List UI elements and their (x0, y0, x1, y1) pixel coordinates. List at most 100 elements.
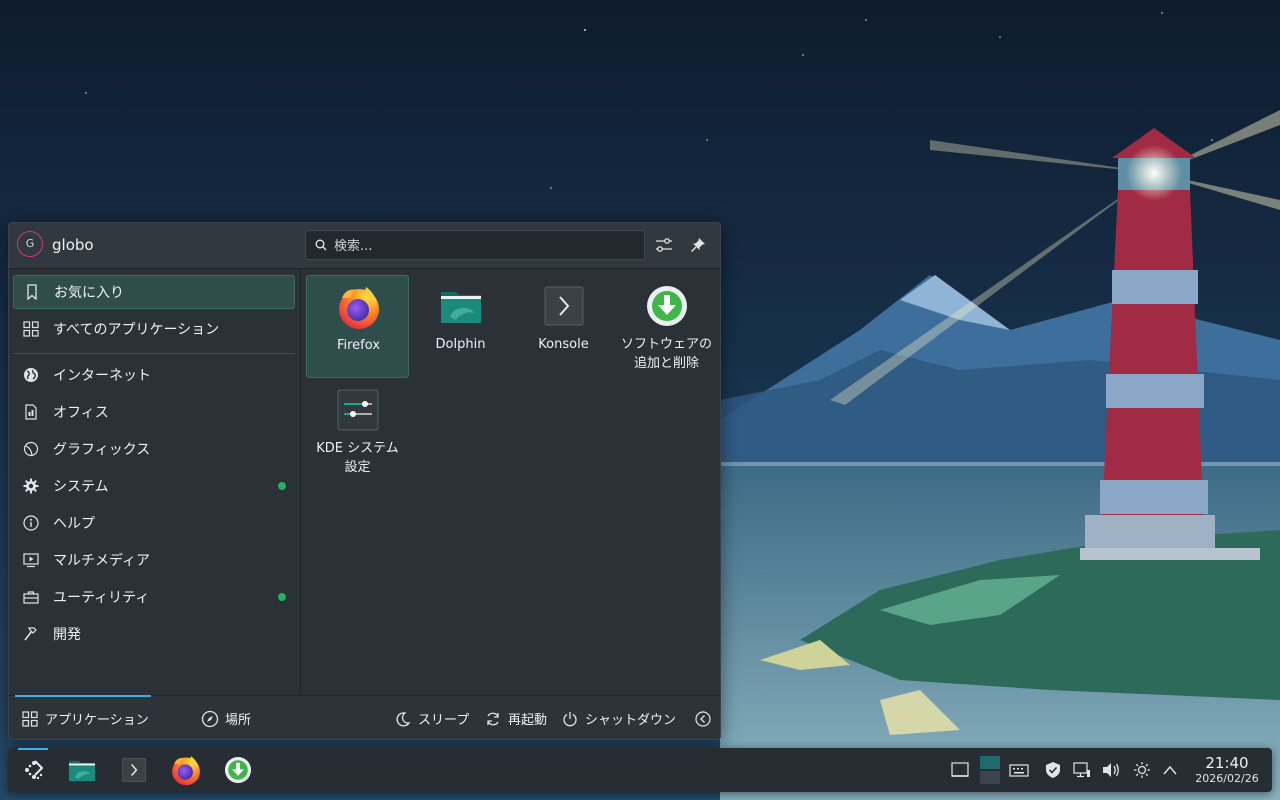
multimedia-icon (21, 550, 41, 570)
sleep-moon-icon (394, 710, 412, 728)
volume-button[interactable] (1100, 758, 1122, 782)
network-icon (1073, 762, 1090, 778)
restart-icon (484, 710, 502, 728)
app-firefox[interactable]: Firefox (306, 275, 409, 378)
leave-more-button[interactable] (694, 696, 718, 739)
app-software-add-remove[interactable]: ソフトウェアの 追加と削除 (615, 275, 718, 378)
category-all-applications[interactable]: すべてのアプリケーション (13, 312, 295, 346)
category-multimedia[interactable]: マルチメディア (13, 543, 295, 577)
category-system[interactable]: システム (13, 469, 295, 503)
power-icon (561, 710, 579, 728)
dolphin-folder-icon (68, 760, 96, 782)
clock-time[interactable]: 21:40 (1190, 754, 1264, 772)
app-name: Dolphin (435, 337, 486, 352)
pin-icon (690, 238, 705, 253)
app-dolphin[interactable]: Dolphin (409, 275, 512, 378)
app-kde-system-settings[interactable]: KDE システム 設定 (306, 379, 409, 482)
category-label: インターネット (53, 368, 151, 384)
taskbar-konsole[interactable] (114, 752, 154, 788)
app-name-line: ソフトウェアの (620, 337, 712, 352)
launcher-header: G globo (9, 223, 720, 269)
tab-applications-label: アプリケーション (45, 713, 149, 728)
expand-tray-button[interactable] (1159, 758, 1181, 782)
taskbar: 21:40 2026/02/26 (8, 748, 1272, 792)
bookmark-icon (22, 282, 42, 302)
expand-tray-icon (1163, 765, 1177, 775)
hammer-icon (21, 624, 41, 644)
app-name-line: 設定 (344, 460, 371, 475)
tab-applications[interactable]: アプリケーション (21, 696, 149, 739)
gear-icon (21, 476, 41, 496)
tab-places[interactable]: 場所 (201, 696, 252, 739)
clock-date[interactable]: 2026/02/26 (1190, 772, 1264, 785)
new-items-badge (278, 593, 286, 601)
pager-icon (980, 756, 1000, 784)
pin-button[interactable] (686, 233, 710, 257)
brightness-icon (1134, 762, 1150, 778)
category-divider (13, 353, 295, 354)
sleep-button[interactable]: スリープ (394, 696, 470, 739)
category-office[interactable]: オフィス (13, 395, 295, 429)
category-favorites[interactable]: お気に入り (13, 275, 295, 309)
search-input[interactable] (332, 235, 636, 257)
category-help[interactable]: ヘルプ (13, 506, 295, 540)
virtual-desktop-pager[interactable] (979, 756, 1001, 784)
configure-button[interactable] (652, 233, 676, 257)
app-konsole[interactable]: Konsole (512, 275, 615, 378)
kickoff-launcher-icon (25, 760, 44, 780)
app-grid-icon (21, 319, 41, 339)
category-sidebar: お気に入り すべてのアプリケーション インターネット オフィス グラフィックス (9, 269, 301, 694)
software-install-icon (647, 286, 687, 326)
office-document-icon (21, 402, 41, 422)
user-name[interactable]: globo (52, 236, 94, 254)
firefox-icon (172, 756, 200, 786)
app-grid-icon (21, 710, 39, 728)
keyboard-layout-button[interactable] (1008, 758, 1030, 782)
category-development[interactable]: 開発 (13, 617, 295, 651)
graphics-icon (21, 439, 41, 459)
taskbar-firefox[interactable] (166, 752, 206, 788)
globe-icon (21, 365, 41, 385)
launcher-footer: アプリケーション 場所 スリープ 再起動 シャットダウン (9, 695, 720, 739)
security-update-button[interactable] (1042, 758, 1064, 782)
app-name: KDE システム 設定 (306, 439, 409, 477)
category-internet[interactable]: インターネット (13, 358, 295, 392)
network-button[interactable] (1071, 758, 1093, 782)
search-box[interactable] (305, 230, 645, 260)
brightness-button[interactable] (1131, 758, 1153, 782)
category-label: すべてのアプリケーション (53, 322, 220, 338)
show-desktop-button[interactable] (949, 758, 971, 782)
category-graphics[interactable]: グラフィックス (13, 432, 295, 466)
kickoff-launcher-button[interactable] (14, 752, 54, 788)
info-icon (21, 513, 41, 533)
category-utilities[interactable]: ユーティリティ (13, 580, 295, 614)
tab-places-label: 場所 (225, 713, 252, 728)
shutdown-label: シャットダウン (585, 713, 677, 728)
sliders-icon (656, 238, 672, 252)
taskbar-software-install[interactable] (218, 752, 258, 788)
application-launcher: G globo 検索... お気に入り すべてのアプリケーション インターネット… (8, 222, 721, 740)
show-desktop-icon (951, 762, 969, 777)
category-label: ヘルプ (53, 516, 95, 532)
app-name: Konsole (538, 337, 589, 352)
category-label: お気に入り (54, 285, 124, 301)
dolphin-folder-icon (441, 292, 481, 323)
category-label: オフィス (53, 405, 109, 421)
chevron-left-circle-icon (694, 710, 712, 728)
favorites-grid: Firefox Dolphin Konsole ソフトウェアの 追加と削除 KD… (302, 269, 720, 694)
shield-icon (1046, 762, 1060, 778)
category-label: マルチメディア (53, 553, 151, 569)
user-avatar[interactable]: G (17, 231, 43, 257)
system-settings-icon (337, 389, 379, 431)
category-label: ユーティリティ (53, 590, 150, 606)
launcher-active-indicator (18, 748, 48, 750)
search-icon (315, 239, 327, 251)
restart-label: 再起動 (508, 713, 548, 728)
konsole-terminal-icon (122, 758, 146, 782)
restart-button[interactable]: 再起動 (484, 696, 548, 739)
firefox-icon (339, 287, 379, 329)
software-install-icon (224, 756, 252, 784)
taskbar-dolphin[interactable] (62, 752, 102, 788)
sleep-label: スリープ (418, 713, 470, 728)
shutdown-button[interactable]: シャットダウン (561, 696, 677, 739)
